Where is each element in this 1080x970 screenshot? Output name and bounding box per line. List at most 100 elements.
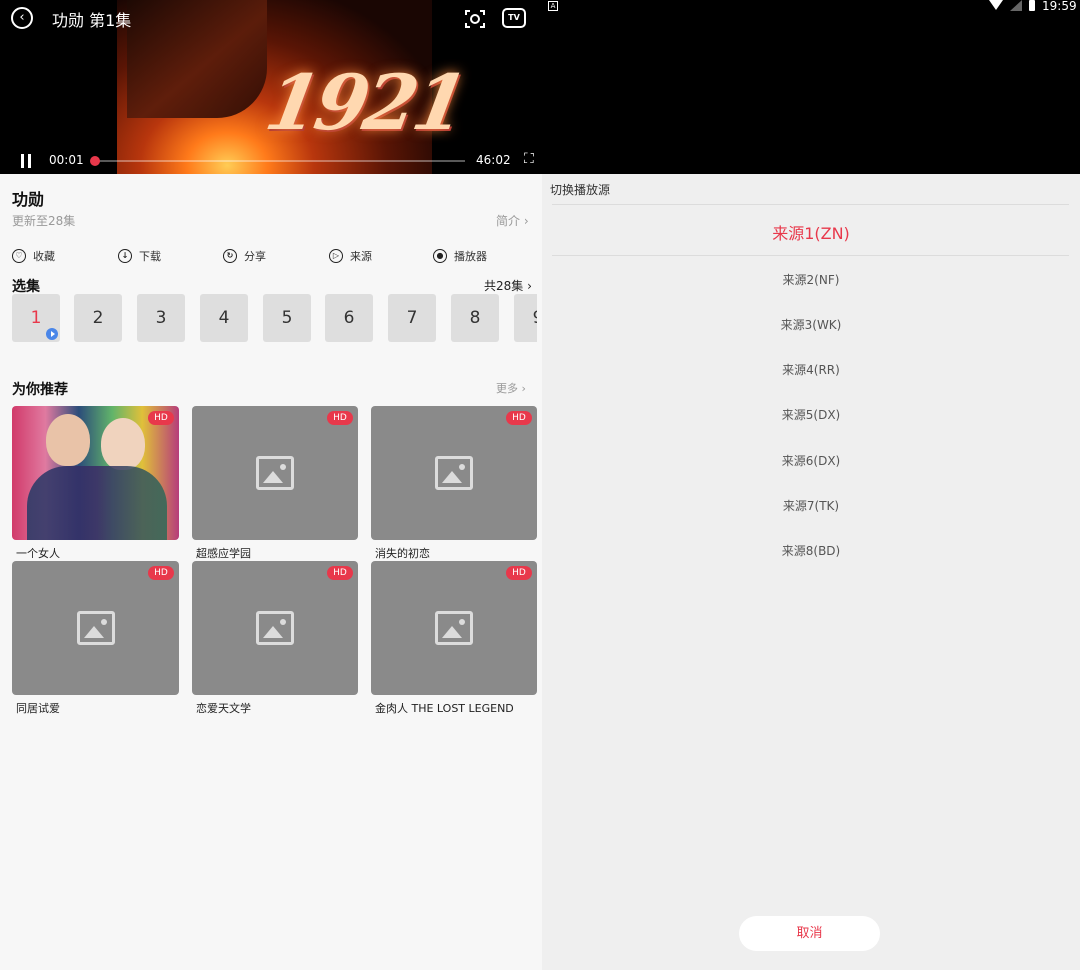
recommend-card[interactable]: HD 恋爱天文学 xyxy=(192,561,358,716)
pause-icon[interactable] xyxy=(20,154,32,168)
episode-2[interactable]: 2 xyxy=(74,294,122,342)
status-time: 19:59 xyxy=(1042,0,1077,13)
video-title: 功勋 第1集 xyxy=(52,11,132,30)
tv-cast-icon[interactable]: TV xyxy=(502,8,526,28)
recommend-card-title: 超感应学园 xyxy=(196,547,251,560)
hd-badge: HD xyxy=(506,566,532,580)
divider xyxy=(552,255,1069,256)
episode-number: 8 xyxy=(469,308,481,328)
player-button[interactable]: ● 播放器 xyxy=(433,246,487,266)
battery-icon xyxy=(1029,0,1035,11)
hd-badge: HD xyxy=(327,411,353,425)
notification-a-icon: A xyxy=(548,1,558,11)
hd-badge: HD xyxy=(148,566,174,580)
episode-3[interactable]: 3 xyxy=(137,294,185,342)
recommend-card[interactable]: HD 消失的初恋 xyxy=(371,406,537,561)
episode-number: 9 xyxy=(533,308,537,328)
hd-badge: HD xyxy=(506,411,532,425)
action-label: 收藏 xyxy=(33,250,55,263)
show-title: 功勋 xyxy=(12,190,45,209)
episode-number: 4 xyxy=(218,308,230,328)
source-button[interactable]: ▷ 来源 xyxy=(329,246,372,266)
recommend-card-title: 一个女人 xyxy=(16,547,60,560)
poster-placeholder: HD xyxy=(371,561,537,695)
source-option-7[interactable]: 来源7(TK) xyxy=(542,497,1080,514)
back-icon[interactable]: ‹ xyxy=(11,7,33,29)
image-placeholder-icon xyxy=(435,611,473,645)
episode-4[interactable]: 4 xyxy=(200,294,248,342)
screen-capture-icon[interactable] xyxy=(464,8,486,30)
image-placeholder-icon xyxy=(256,611,294,645)
image-placeholder-icon xyxy=(435,456,473,490)
recommend-card[interactable]: HD 一个女人 xyxy=(12,406,179,561)
episode-number: 2 xyxy=(92,308,104,328)
recommend-card[interactable]: HD 超感应学园 xyxy=(192,406,358,561)
source-option-1[interactable]: 来源1(ZN) xyxy=(542,220,1080,244)
favorite-icon: ♡ xyxy=(12,249,26,263)
divider xyxy=(552,204,1069,205)
poster-placeholder: HD xyxy=(192,406,358,540)
action-label: 来源 xyxy=(350,250,372,263)
recommend-card[interactable]: HD 金肉人 THE LOST LEGEND xyxy=(371,561,537,716)
episode-7[interactable]: 7 xyxy=(388,294,436,342)
image-placeholder-icon xyxy=(76,611,115,645)
hd-badge: HD xyxy=(148,411,174,425)
recommend-card-title: 金肉人 THE LOST LEGEND xyxy=(375,702,514,715)
signal-icon xyxy=(1010,0,1022,11)
episode-6[interactable]: 6 xyxy=(325,294,373,342)
recommend-card-title: 同居试爱 xyxy=(16,702,60,715)
source-option-4[interactable]: 来源4(RR) xyxy=(542,361,1080,378)
update-status: 更新至28集 xyxy=(12,214,76,228)
source-option-8[interactable]: 来源8(BD) xyxy=(542,542,1080,559)
cancel-button[interactable]: 取消 xyxy=(739,916,880,951)
download-button[interactable]: ↓ 下载 xyxy=(118,246,161,266)
video-detail-pane: 1921 ‹ 功勋 第1集 TV 00:01 46:02 ⛶ 功勋 更新至28集… xyxy=(0,0,542,970)
source-picker-pane: A 19:59 切换播放源 来源1(ZN) 来源2(NF) 来源3(WK) 来源… xyxy=(542,0,1080,970)
time-total: 46:02 xyxy=(476,153,511,167)
action-label: 分享 xyxy=(244,250,266,263)
status-area: A 19:59 xyxy=(542,0,1080,174)
source-option-5[interactable]: 来源5(DX) xyxy=(542,406,1080,423)
episode-9[interactable]: 9 xyxy=(514,294,537,342)
time-current: 00:01 xyxy=(49,153,84,167)
action-label: 下载 xyxy=(139,250,161,263)
playing-icon xyxy=(46,328,58,340)
source-sheet-title: 切换播放源 xyxy=(550,183,611,197)
source-option-2[interactable]: 来源2(NF) xyxy=(542,271,1080,288)
download-icon: ↓ xyxy=(118,249,132,263)
share-button[interactable]: ↻ 分享 xyxy=(223,246,266,266)
episode-number: 1 xyxy=(30,308,42,328)
episode-5[interactable]: 5 xyxy=(263,294,311,342)
image-placeholder-icon xyxy=(256,456,294,490)
intro-link[interactable]: 简介 › xyxy=(496,212,529,229)
fullscreen-icon[interactable]: ⛶ xyxy=(524,151,542,169)
player-icon: ● xyxy=(433,249,447,263)
source-icon: ▷ xyxy=(329,249,343,263)
episode-number: 3 xyxy=(155,308,167,328)
recommend-more-link[interactable]: 更多 › xyxy=(496,380,526,396)
episodes-title: 选集 xyxy=(12,279,40,295)
episode-1[interactable]: 1 xyxy=(12,294,60,342)
episode-8[interactable]: 8 xyxy=(451,294,499,342)
share-icon: ↻ xyxy=(223,249,237,263)
episode-number: 5 xyxy=(281,308,293,328)
action-bar: ♡ 收藏 ↓ 下载 ↻ 分享 ▷ 来源 ● 播放器 xyxy=(0,246,542,266)
progress-bar[interactable] xyxy=(95,160,465,162)
recommend-card[interactable]: HD 同居试爱 xyxy=(12,561,179,716)
recommend-title: 为你推荐 xyxy=(12,382,68,398)
progress-thumb[interactable] xyxy=(90,156,100,166)
favorite-button[interactable]: ♡ 收藏 xyxy=(12,246,55,266)
source-option-6[interactable]: 来源6(DX) xyxy=(542,452,1080,469)
source-option-3[interactable]: 来源3(WK) xyxy=(542,316,1080,333)
episodes-count-link[interactable]: 共28集 › xyxy=(484,277,532,294)
video-player[interactable]: 1921 ‹ 功勋 第1集 TV 00:01 46:02 ⛶ xyxy=(0,0,542,174)
recommend-card-title: 恋爱天文学 xyxy=(196,702,251,715)
episode-number: 6 xyxy=(343,308,355,328)
poster-text: 1921 xyxy=(259,58,471,147)
poster-placeholder: HD xyxy=(192,561,358,695)
action-label: 播放器 xyxy=(454,250,487,263)
wifi-icon xyxy=(989,0,1003,10)
episode-list: 1 2 3 4 5 6 7 8 9 xyxy=(12,294,537,342)
poster-placeholder: HD xyxy=(371,406,537,540)
episode-number: 7 xyxy=(406,308,418,328)
